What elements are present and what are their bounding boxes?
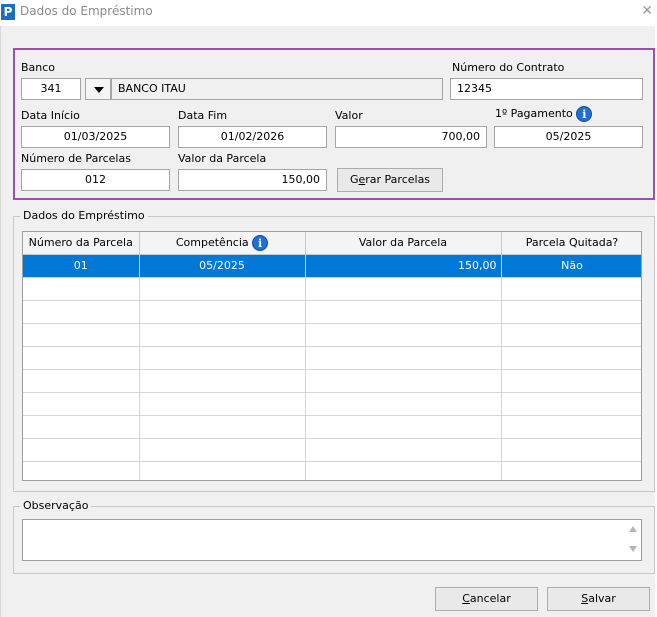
dialog-client-area: Banco 341 BANCO ITAU Número do Contrato … (0, 26, 655, 617)
valor-field[interactable]: 700,00 (335, 126, 487, 148)
contrato-label: Número do Contrato (452, 61, 565, 74)
col-header-quitada[interactable]: Parcela Quitada? (501, 232, 641, 255)
parcelas-grid[interactable]: Número da Parcela Competência i Valor da… (22, 231, 642, 481)
observacao-scrollbar[interactable] (623, 520, 641, 560)
data-inicio-field[interactable]: 01/03/2025 (21, 126, 170, 148)
grid-header-row: Número da Parcela Competência i Valor da… (23, 232, 641, 255)
table-row-empty[interactable] (23, 461, 641, 480)
scroll-down-icon[interactable] (629, 546, 637, 552)
dropdown-arrow-icon (94, 87, 104, 93)
table-row-empty[interactable] (23, 300, 641, 324)
table-row-empty[interactable] (23, 369, 641, 393)
valor-parcela-field[interactable]: 150,00 (178, 169, 327, 191)
app-icon: P (1, 4, 15, 20)
cell-valor: 150,00 (305, 254, 502, 278)
cell-quitada: Não (501, 254, 641, 278)
table-row-empty[interactable] (23, 415, 641, 439)
table-row-empty[interactable] (23, 346, 641, 370)
num-parcelas-label: Número de Parcelas (21, 152, 131, 165)
table-row-empty[interactable] (23, 323, 641, 347)
scroll-up-icon[interactable] (629, 526, 637, 532)
info-icon[interactable]: i (252, 234, 269, 251)
banco-code-field[interactable]: 341 (21, 78, 81, 100)
table-row[interactable]: 01 05/2025 150,00 Não (23, 254, 641, 278)
col-header-competencia-wrap[interactable]: Competência i (139, 232, 306, 255)
primeiro-pagamento-field[interactable]: 05/2025 (494, 126, 643, 148)
primeiro-pagamento-label-wrap: 1º Pagamento i (495, 106, 593, 122)
window-title: Dados do Empréstimo (20, 4, 153, 18)
primeiro-pagamento-label: 1º Pagamento (495, 107, 573, 120)
valor-label: Valor (335, 109, 363, 122)
banco-dropdown-button[interactable] (85, 78, 111, 100)
col-header-numero[interactable]: Número da Parcela (23, 232, 140, 255)
banco-name-field: BANCO ITAU (111, 78, 443, 100)
cell-competencia: 05/2025 (139, 254, 306, 278)
contrato-field[interactable]: 12345 (450, 78, 643, 100)
col-header-competencia: Competência (175, 235, 249, 249)
table-row-empty[interactable] (23, 438, 641, 462)
data-fim-field[interactable]: 01/02/2026 (178, 126, 327, 148)
close-icon[interactable]: ✕ (641, 3, 653, 19)
num-parcelas-field[interactable]: 012 (21, 169, 170, 191)
info-icon[interactable]: i (576, 106, 593, 122)
table-row-empty[interactable] (23, 392, 641, 416)
data-fim-label: Data Fim (178, 109, 228, 122)
table-row-empty[interactable] (23, 277, 641, 301)
parcelas-group-title: Dados do Empréstimo (20, 209, 148, 222)
observacao-textarea[interactable] (22, 519, 642, 561)
save-button[interactable]: Salvar (547, 587, 650, 611)
cancel-button[interactable]: Cancelar (435, 587, 538, 611)
title-bar: P Dados do Empréstimo ✕ (0, 0, 657, 26)
banco-label: Banco (21, 61, 56, 74)
col-header-valor[interactable]: Valor da Parcela (305, 232, 502, 255)
cell-numero: 01 (23, 254, 140, 278)
data-inicio-label: Data Início (21, 109, 80, 122)
valor-parcela-label: Valor da Parcela (178, 152, 267, 165)
gerar-parcelas-button[interactable]: Gerar Parcelas (337, 168, 443, 192)
observacao-group-title: Observação (20, 499, 92, 512)
